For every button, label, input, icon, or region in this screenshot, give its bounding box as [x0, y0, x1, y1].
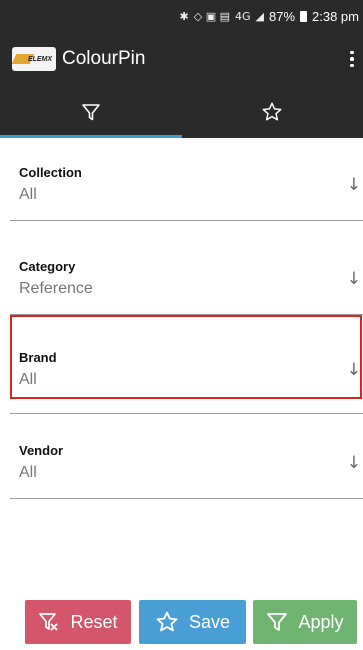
- brand-label: Brand: [19, 350, 57, 365]
- clock: 2:38 pm: [312, 8, 359, 24]
- star-icon: [156, 611, 178, 632]
- apply-label: Apply: [298, 611, 344, 632]
- save-label: Save: [188, 611, 231, 632]
- category-label: Category: [19, 259, 76, 274]
- arrow-down-icon: ↓: [346, 453, 361, 473]
- vendor-select[interactable]: Vendor All ↓: [0, 437, 363, 499]
- tab-filter[interactable]: [0, 86, 182, 138]
- arrow-down-icon: ↓: [346, 360, 361, 380]
- clear-filter-icon: [39, 613, 59, 631]
- vendor-value: All: [19, 464, 37, 481]
- tab-favorites[interactable]: [182, 86, 363, 138]
- divider: [10, 498, 363, 499]
- battery-percent: 87%: [268, 8, 296, 24]
- divider: [10, 413, 363, 414]
- status-bar: ✱ ◇ ▣ ▤ 4G ◢ 87% 2:38 pm: [0, 0, 363, 32]
- reset-label: Reset: [70, 611, 118, 632]
- app-bar: ELEMX ColourPin: [0, 32, 363, 86]
- arrow-down-icon: ↓: [346, 269, 361, 289]
- bluetooth-icon: ✱: [179, 9, 189, 23]
- brand-value: All: [19, 371, 37, 388]
- arrow-down-icon: ↓: [346, 175, 361, 195]
- category-value: Reference: [19, 280, 93, 297]
- brand-select[interactable]: Brand All ↓: [0, 344, 363, 414]
- app-title: ColourPin: [62, 48, 146, 69]
- apply-button[interactable]: Apply: [253, 600, 357, 644]
- logo-text: ELEMX: [27, 55, 53, 63]
- tab-bar: [0, 86, 363, 138]
- overflow-menu-icon[interactable]: [349, 46, 355, 72]
- filter-icon: [267, 613, 288, 631]
- collection-label: Collection: [19, 165, 82, 180]
- reset-button[interactable]: Reset: [25, 600, 131, 644]
- app-logo: ELEMX: [12, 47, 56, 71]
- collection-value: All: [19, 186, 37, 203]
- filter-icon: [81, 104, 100, 121]
- save-button[interactable]: Save: [139, 600, 246, 644]
- star-icon: [262, 102, 282, 121]
- cell-signal-icon: ◢: [255, 9, 264, 23]
- category-select[interactable]: Category Reference ↓: [0, 253, 363, 315]
- signal-icons: ◇ ▣ ▤: [193, 9, 230, 23]
- battery-icon: [300, 10, 308, 22]
- collection-select[interactable]: Collection All ↓: [0, 159, 363, 221]
- divider: [10, 220, 363, 221]
- network-type: 4G: [234, 9, 251, 23]
- vendor-label: Vendor: [19, 443, 64, 458]
